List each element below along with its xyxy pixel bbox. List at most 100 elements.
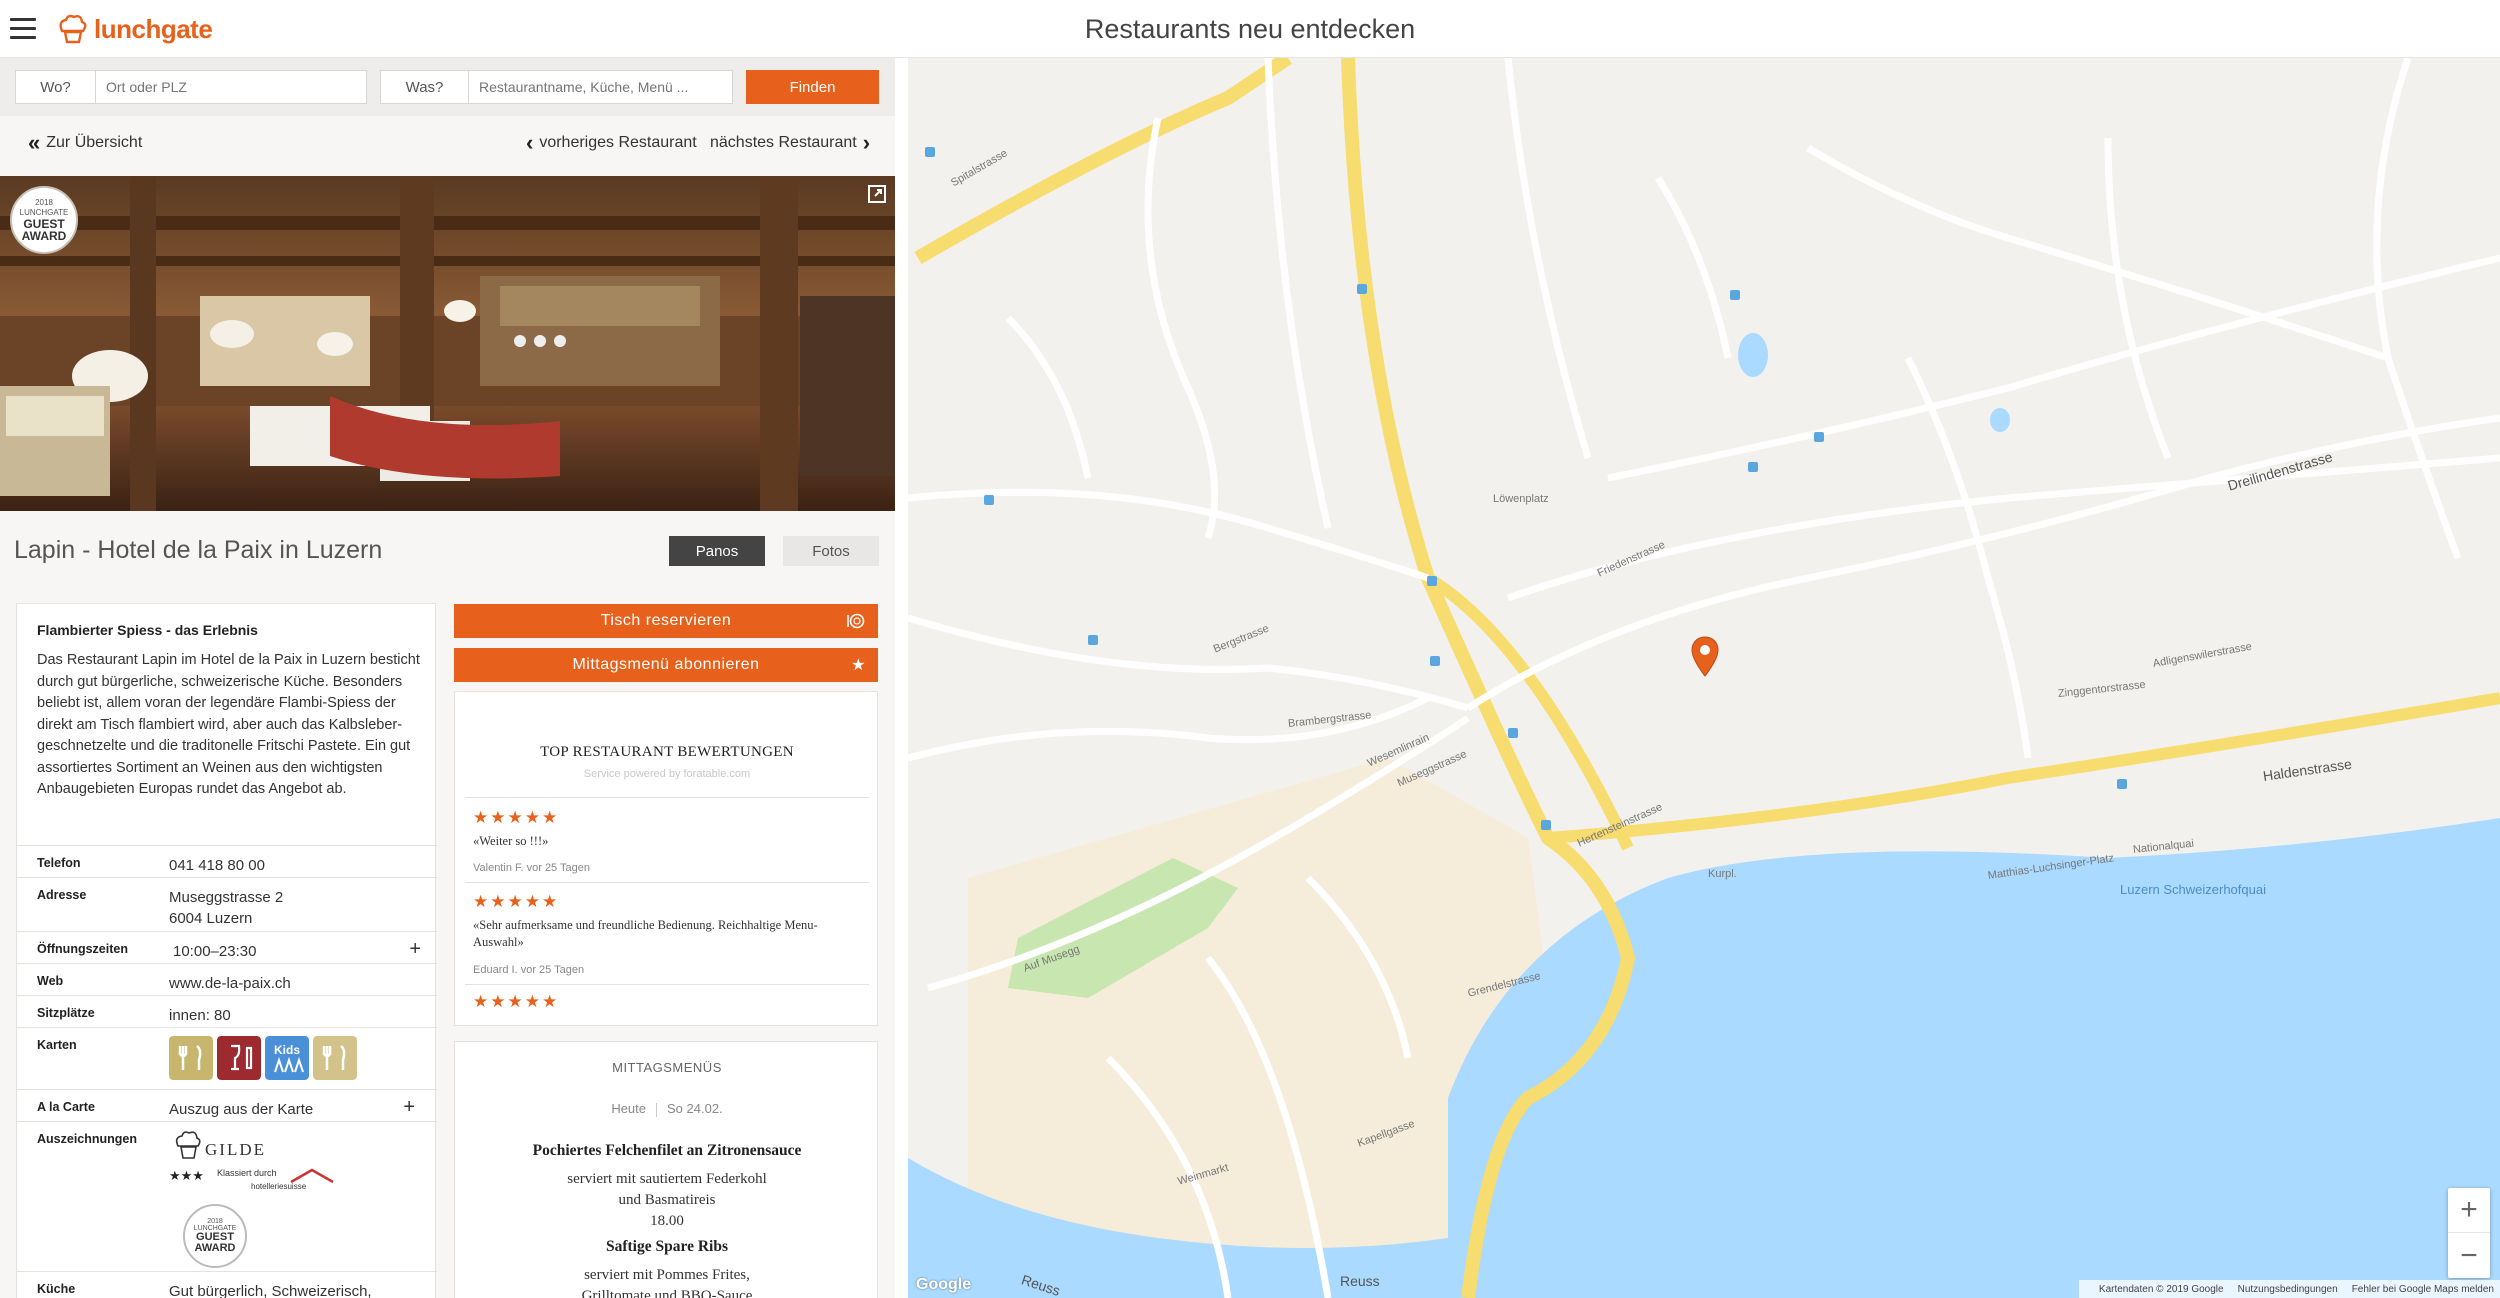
review-author: Eduard I. vor 25 Tagen [473, 964, 585, 976]
dish-1-line1: serviert mit sautiertem Federkohl [567, 1171, 767, 1187]
zoom-out-button[interactable]: − [2448, 1233, 2490, 1278]
lunch-menu-card-icon[interactable] [169, 1036, 213, 1080]
menu-icon[interactable] [10, 18, 36, 40]
tab-panos[interactable]: Panos [669, 536, 765, 566]
wine-card-icon[interactable] [217, 1036, 261, 1080]
cards-label: Karten [37, 1038, 77, 1052]
review-stars: ★★★★★ [473, 992, 560, 1011]
chevron-left-icon: ‹ [526, 130, 534, 155]
brand-logo[interactable]: lunchgate [54, 8, 213, 50]
alacarte-value: Auszug aus der Karte [169, 1101, 314, 1118]
card-icons: Kids [169, 1036, 361, 1080]
restaurant-info-card: Flambierter Spiess - das Erlebnis Das Re… [16, 603, 437, 1298]
lunch-menus-title: MITTAGSMENÜS [612, 1060, 722, 1075]
divider [465, 797, 869, 798]
report-error-link[interactable]: Fehler bei Google Maps melden [2352, 1284, 2494, 1295]
map-label: Kurpl. [1708, 868, 1737, 880]
phone-value[interactable]: 041 418 80 00 [169, 855, 265, 876]
back-label: Zur Übersicht [46, 134, 143, 151]
kids-card-icon[interactable]: Kids [265, 1036, 309, 1080]
address-label: Adresse [37, 888, 87, 902]
dessert-card-icon[interactable] [313, 1036, 357, 1080]
what-input[interactable] [469, 71, 732, 103]
gilde-award: GILDE [205, 1140, 266, 1159]
plate-icon [847, 613, 865, 629]
dish-1-line2: und Basmatireis [618, 1192, 716, 1208]
awards-label: Auszeichnungen [37, 1132, 138, 1146]
info-row-alacarte[interactable]: A la Carte Auszug aus der Karte + [17, 1089, 437, 1121]
lunch-day: Heute [611, 1101, 647, 1116]
hours-value: 10:00–23:30 [173, 943, 257, 960]
where-input[interactable] [96, 71, 366, 103]
google-watermark: Google [916, 1276, 972, 1293]
hotelleriesuisse-logo-icon [290, 1168, 334, 1184]
zoom-in-button[interactable]: + [2448, 1188, 2490, 1233]
info-description: Das Restaurant Lapin im Hotel de la Paix… [37, 652, 420, 797]
address-line2: 6004 Luzern [169, 910, 253, 927]
review-quote: «Sehr aufmerksame und freundliche Bedien… [473, 918, 818, 949]
map-canvas [908, 58, 2500, 1298]
info-row-cards: Karten Kids [17, 1027, 437, 1089]
top-reviews-widget: TOP RESTAURANT BEWERTUNGEN Service power… [454, 691, 878, 1026]
web-link[interactable]: www.de-la-paix.ch [169, 973, 291, 994]
guest-award-badge: 2018 LUNCHGATE GUEST AWARD [10, 186, 78, 254]
expand-hours-icon[interactable]: + [409, 938, 421, 961]
tab-fotos[interactable]: Fotos [783, 536, 879, 566]
find-button[interactable]: Finden [746, 70, 879, 104]
restaurant-panel: Wo? Was? Finden « Zur Übersicht ‹ vorher… [0, 58, 895, 1298]
cuisine-label: Küche [37, 1282, 76, 1296]
star-icon: ★ [851, 657, 866, 674]
info-row-phone: Telefon 041 418 80 00 [17, 845, 437, 877]
restaurant-location-pin-icon[interactable] [1690, 636, 1720, 678]
restaurant-panorama[interactable]: 2018 LUNCHGATE GUEST AWARD [0, 176, 895, 511]
divider [465, 984, 869, 985]
restaurant-title: Lapin - Hotel de la Paix in Luzern [14, 536, 383, 564]
award-small-year: 2018 [207, 1218, 223, 1225]
info-row-hours[interactable]: Öffnungszeiten 10:00–23:30 + [17, 931, 437, 963]
info-row-awards: Auszeichnungen GILDE ★★★ Klassiert durch… [17, 1121, 437, 1271]
map-label: Löwenplatz [1493, 493, 1549, 505]
classified-by-label: Klassiert durch [217, 1168, 277, 1178]
alacarte-label: A la Carte [37, 1100, 95, 1114]
info-row-web: Web www.de-la-paix.ch [17, 963, 437, 995]
lunch-date: Heute So 24.02. [455, 1101, 877, 1117]
hours-label: Öffnungszeiten [37, 942, 128, 956]
media-tabs: Panos Fotos [669, 536, 879, 566]
dish-2-line2: Grilltomate und BBQ-Sauce [581, 1288, 753, 1298]
map-footer: Kartendaten © 2019 Google Nutzungsbeding… [2078, 1280, 2500, 1298]
subscribe-lunch-menu-button[interactable]: Mittagsmenü abonnieren ★ [454, 648, 878, 682]
dish-2-line1: serviert mit Pommes Frites, [584, 1267, 750, 1283]
double-chevron-left-icon: « [28, 130, 41, 155]
search-bar: Wo? Was? Finden [0, 58, 895, 116]
expand-alacarte-icon[interactable]: + [403, 1096, 415, 1119]
hotelleriesuisse-stars: ★★★ [169, 1168, 204, 1183]
back-to-overview-link[interactable]: « Zur Übersicht [22, 130, 143, 155]
gilde-chef-icon [175, 1131, 201, 1159]
where-label: Wo? [16, 71, 96, 103]
awards-logos: GILDE ★★★ Klassiert durch hotelleriesuis… [169, 1128, 369, 1268]
address-line1: Museggstrasse 2 [169, 889, 284, 906]
fullscreen-icon[interactable] [867, 184, 887, 204]
previous-label: vorheriges Restaurant [539, 134, 697, 151]
terms-link[interactable]: Nutzungsbedingungen [2238, 1284, 2338, 1295]
review-quote: «Weiter so !!!» [473, 834, 549, 848]
reserve-table-button[interactable]: Tisch reservieren [454, 604, 878, 638]
next-restaurant-link[interactable]: nächstes Restaurant › [710, 132, 876, 154]
seats-label: Sitzplätze [37, 1006, 95, 1020]
reviews-title: TOP RESTAURANT BEWERTUNGEN [540, 744, 794, 760]
previous-restaurant-link[interactable]: ‹ vorheriges Restaurant [520, 130, 697, 155]
review-stars: ★★★★★ [473, 892, 560, 911]
award-title: GUEST AWARD [21, 217, 67, 243]
info-row-cuisine: Küche Gut bürgerlich, Schweizerisch, [17, 1271, 437, 1298]
map-label: Reuss [1340, 1273, 1380, 1289]
web-label: Web [37, 974, 64, 988]
seats-value: innen: 80 [169, 1007, 231, 1024]
info-row-seats: Sitzplätze innen: 80 [17, 995, 437, 1027]
reviews-powered-by[interactable]: Service powered by foratable.com [455, 768, 877, 780]
cuisine-value: Gut bürgerlich, Schweizerisch, [169, 1283, 372, 1298]
next-label: nächstes Restaurant [710, 134, 857, 151]
reserve-label: Tisch reservieren [600, 612, 732, 629]
zoom-controls: + − [2448, 1188, 2490, 1278]
dish-1-name: Pochiertes Felchenfilet an Zitronensauce [532, 1142, 802, 1159]
map-view[interactable]: Spitalstrasse Haldenstrasse Dreilindenst… [908, 58, 2500, 1298]
